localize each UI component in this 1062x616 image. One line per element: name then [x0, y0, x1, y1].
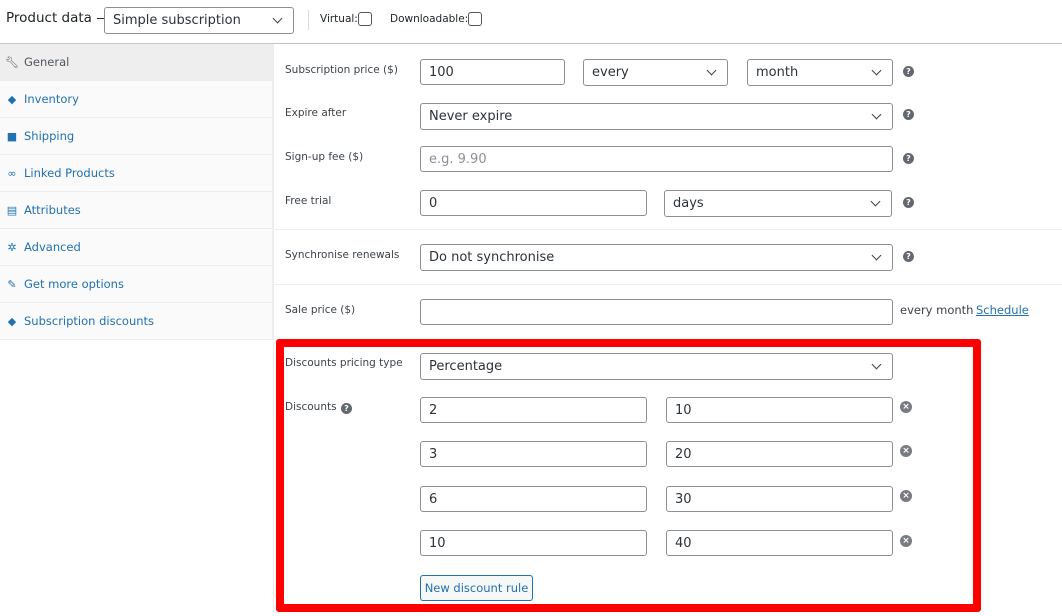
tab-label: Inventory	[24, 92, 79, 106]
highlight-box	[276, 339, 981, 612]
virtual-checkbox[interactable]	[357, 12, 372, 26]
expire-value: Never expire	[429, 109, 513, 124]
divider	[274, 229, 1062, 230]
panel-divider	[273, 44, 274, 616]
tab-shipping[interactable]: ■ Shipping	[0, 118, 272, 155]
subscription-price-label: Subscription price ($)	[285, 64, 398, 76]
link-icon: ∞	[7, 166, 17, 180]
downloadable-option: Downloadable:	[390, 12, 483, 26]
tab-general[interactable]: 🔧︎ General	[0, 44, 272, 81]
tab-label: Advanced	[24, 240, 81, 254]
tab-subscription-discounts[interactable]: ◆ Subscription discounts	[0, 303, 272, 340]
chevron-down-icon	[706, 65, 717, 76]
divider	[274, 284, 1062, 285]
trial-period-value: days	[673, 196, 704, 211]
signup-fee-label: Sign-up fee ($)	[285, 151, 364, 163]
subscription-price-input[interactable]: 100	[420, 59, 565, 85]
chevron-down-icon	[272, 13, 283, 24]
product-type-value: Simple subscription	[113, 13, 241, 28]
help-icon[interactable]: ?	[903, 66, 914, 77]
signup-fee-input[interactable]: e.g. 9.90	[420, 146, 893, 172]
chevron-down-icon	[871, 250, 882, 261]
sale-price-suffix: every month	[900, 303, 974, 317]
tab-linked-products[interactable]: ∞ Linked Products	[0, 155, 272, 192]
downloadable-label: Downloadable:	[390, 13, 469, 25]
gear-icon: ✲	[7, 240, 17, 254]
free-trial-period-select[interactable]: days	[664, 190, 892, 217]
tab-label: Get more options	[24, 277, 124, 291]
help-icon[interactable]: ?	[903, 153, 914, 164]
wrench-icon: 🔧︎	[5, 55, 19, 69]
sale-price-label: Sale price ($)	[285, 304, 356, 316]
tab-label: Shipping	[24, 129, 75, 143]
tab-label: Linked Products	[24, 166, 115, 180]
tab-label: General	[24, 55, 70, 69]
schedule-link[interactable]: Schedule	[976, 303, 1029, 317]
billing-interval-select[interactable]: every	[583, 59, 728, 86]
product-data-tabs: 🔧︎ General ◆ Inventory ■ Shipping ∞ Linked P…	[0, 44, 273, 340]
help-icon[interactable]: ?	[903, 109, 914, 120]
help-icon[interactable]: ?	[903, 251, 914, 262]
interval-value: every	[592, 65, 629, 80]
tab-label: Subscription discounts	[24, 314, 155, 328]
expire-after-select[interactable]: Never expire	[420, 103, 893, 130]
sync-select[interactable]: Do not synchronise	[420, 244, 893, 271]
period-value: month	[756, 65, 799, 80]
virtual-label: Virtual:	[320, 13, 358, 25]
chevron-down-icon	[870, 196, 881, 207]
tag-icon: ◆	[7, 314, 17, 328]
chevron-down-icon	[871, 65, 882, 76]
free-trial-input[interactable]: 0	[420, 190, 647, 216]
list-icon: ▤	[6, 203, 18, 217]
help-icon[interactable]: ?	[903, 197, 914, 208]
sale-price-input[interactable]	[420, 299, 893, 325]
tab-get-more-options[interactable]: ✎ Get more options	[0, 266, 272, 303]
tab-label: Attributes	[24, 203, 81, 217]
free-trial-label: Free trial	[285, 195, 332, 207]
product-type-select[interactable]: Simple subscription	[104, 7, 294, 34]
tab-inventory[interactable]: ◆ Inventory	[0, 81, 272, 118]
virtual-option: Virtual:	[320, 12, 372, 26]
divider	[308, 10, 309, 30]
chevron-down-icon	[871, 109, 882, 120]
sync-value: Do not synchronise	[429, 250, 555, 265]
truck-icon: ■	[6, 129, 18, 143]
downloadable-checkbox[interactable]	[468, 12, 483, 26]
billing-period-select[interactable]: month	[747, 59, 893, 86]
tab-advanced[interactable]: ✲ Advanced	[0, 229, 272, 266]
tag-icon: ◆	[7, 92, 17, 106]
product-data-title: Product data —	[6, 10, 110, 26]
plug-icon: ✎	[7, 277, 17, 291]
tab-attributes[interactable]: ▤ Attributes	[0, 192, 272, 229]
expire-after-label: Expire after	[285, 107, 347, 119]
sync-label: Synchronise renewals	[285, 249, 400, 261]
